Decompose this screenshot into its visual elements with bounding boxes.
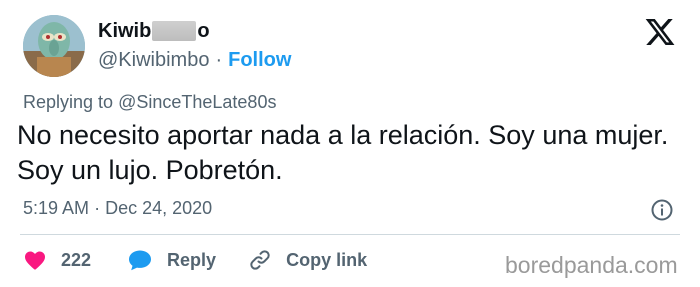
info-icon[interactable] — [650, 198, 674, 222]
author-name[interactable]: Kiwib o — [98, 18, 210, 44]
replying-to: Replying to @SinceTheLate80s — [23, 92, 276, 113]
follow-button[interactable]: Follow — [228, 49, 291, 72]
tweet-timestamp[interactable]: 5:19 AM · Dec 24, 2020 — [23, 198, 212, 219]
meta-separator: · — [94, 198, 101, 218]
divider — [20, 234, 680, 235]
tweet-line-1: No necesito aportar nada a la relación. … — [17, 120, 669, 150]
tweet-text: No necesito aportar nada a la relación. … — [17, 118, 687, 188]
replying-prefix: Replying to — [23, 92, 114, 112]
reply-mention-link[interactable]: @SinceTheLate80s — [118, 92, 276, 112]
copy-link-label: Copy link — [286, 249, 368, 270]
tweet-card: Kiwib o @Kiwibimbo · Follow Replying to … — [0, 0, 700, 287]
like-button[interactable]: 222 — [23, 248, 91, 272]
avatar[interactable] — [23, 15, 85, 77]
author-handle[interactable]: @Kiwibimbo — [98, 49, 209, 72]
copy-link-button[interactable]: Copy link — [248, 248, 367, 272]
name-redaction — [152, 21, 197, 41]
x-logo-icon[interactable] — [644, 16, 676, 48]
author-name-end: o — [197, 19, 210, 42]
speech-bubble-icon — [129, 250, 152, 271]
heart-icon — [25, 251, 45, 270]
tweet-line-2: Soy un lujo. Pobretón. — [17, 155, 283, 185]
author-name-start: Kiwib — [98, 19, 152, 42]
tweet-date: Dec 24, 2020 — [105, 198, 213, 218]
action-bar: 222 Reply Copy link — [23, 246, 367, 274]
tweet-time: 5:19 AM — [23, 198, 90, 218]
author-handle-row: @Kiwibimbo · Follow — [98, 48, 291, 72]
reply-button[interactable]: Reply — [127, 248, 216, 272]
separator-dot: · — [215, 48, 223, 71]
link-icon — [250, 250, 270, 270]
likes-count: 222 — [61, 249, 92, 270]
reply-label: Reply — [167, 249, 217, 270]
watermark: boredpanda.com — [505, 252, 678, 278]
